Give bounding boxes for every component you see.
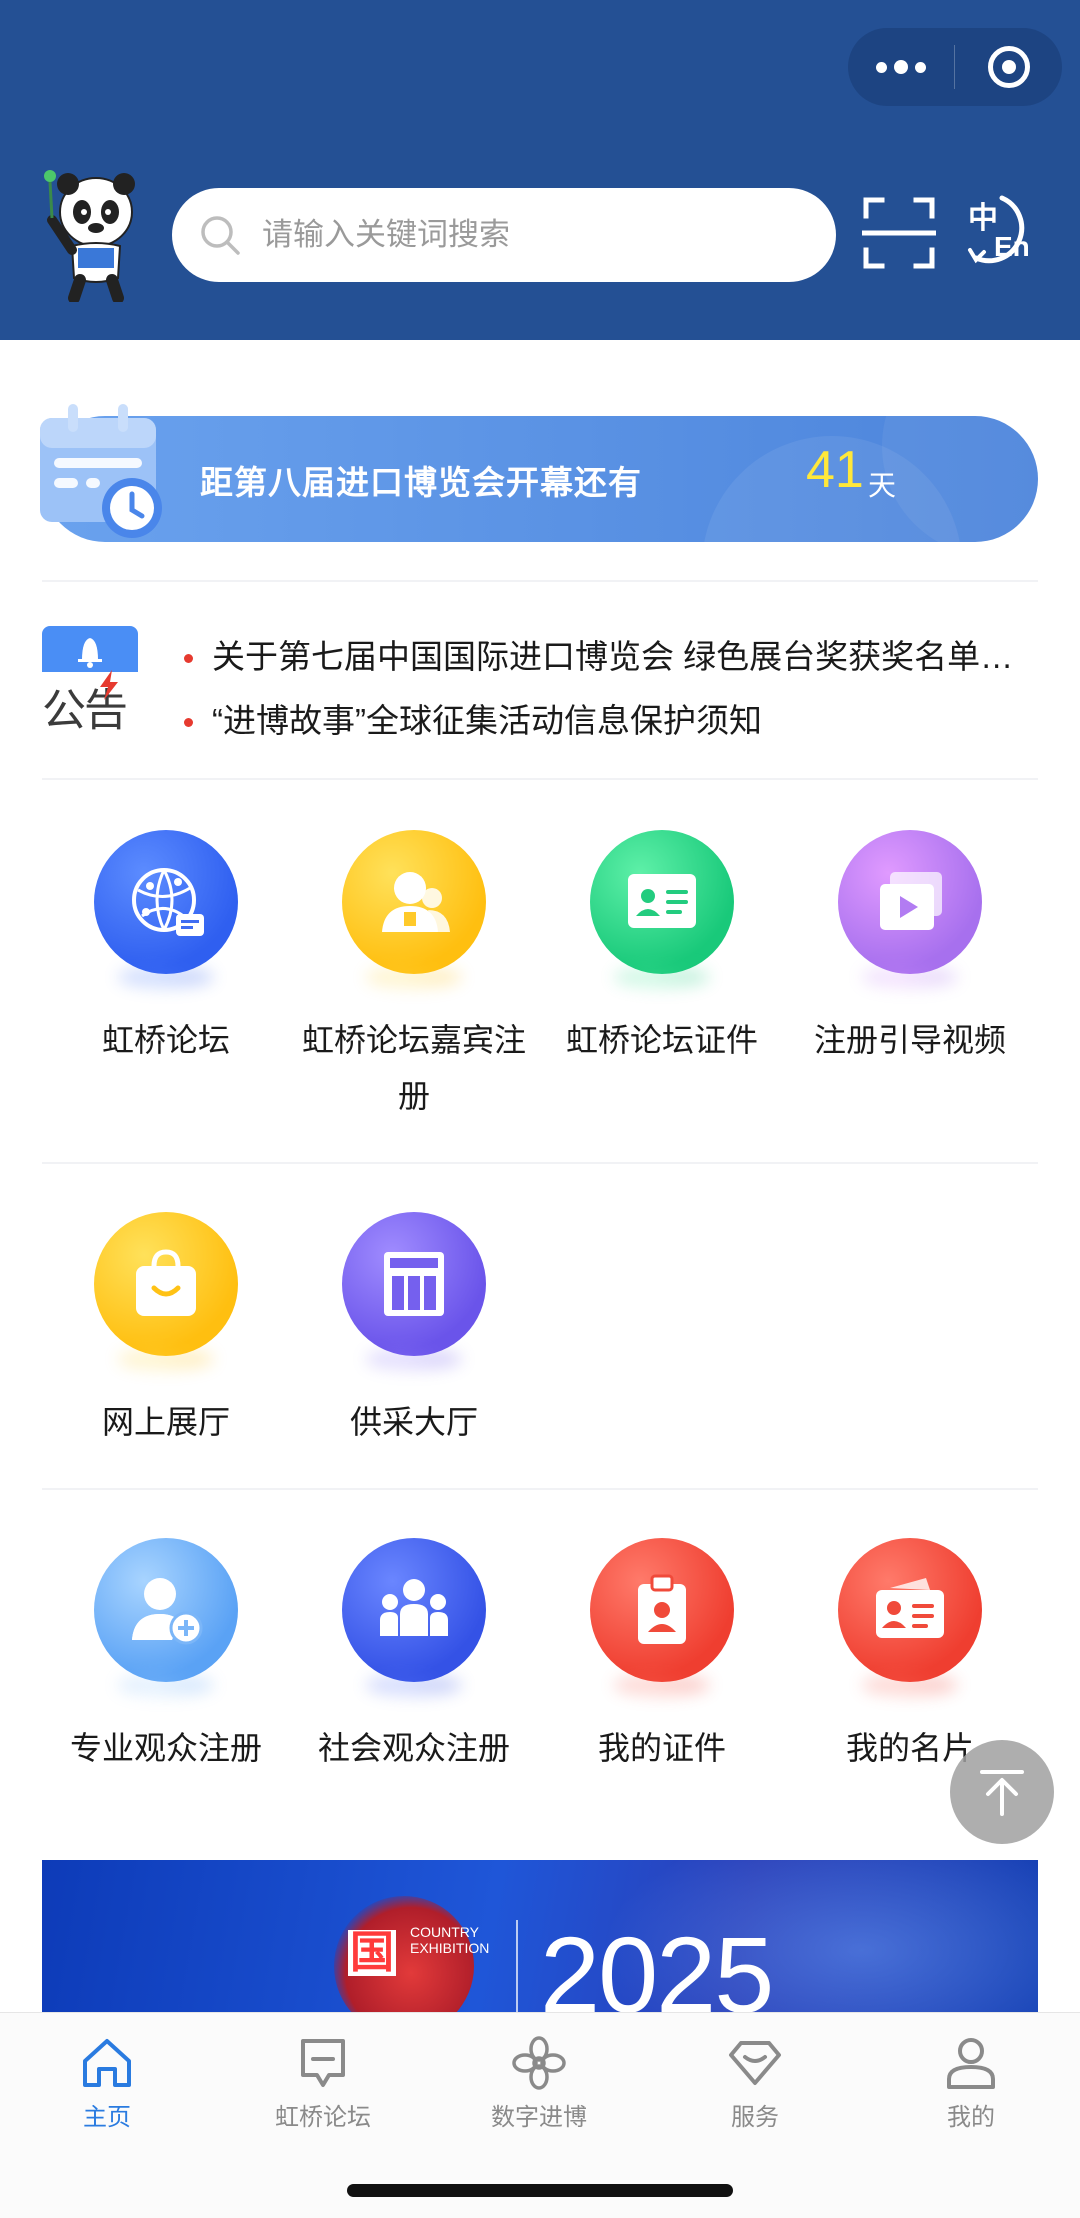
banner-year: 2025 bbox=[540, 1914, 774, 2012]
search-input[interactable] bbox=[262, 217, 782, 253]
back-to-top-button[interactable] bbox=[950, 1740, 1054, 1844]
scan-icon[interactable] bbox=[862, 196, 936, 270]
lang-en-label: En bbox=[994, 231, 1030, 262]
search-icon bbox=[201, 216, 240, 255]
tab-hongqiao-forum[interactable]: 虹桥论坛 bbox=[233, 2033, 413, 2132]
lightning-icon bbox=[100, 670, 118, 700]
add-user-icon bbox=[94, 1538, 238, 1682]
tab-label: 虹桥论坛 bbox=[275, 2104, 371, 2131]
gem-icon bbox=[729, 2041, 781, 2085]
search-bar[interactable] bbox=[172, 188, 836, 282]
expo-countdown-banner[interactable]: 距第八届进口博览会开幕还有 41 天 bbox=[42, 416, 1038, 542]
tab-home[interactable]: 主页 bbox=[17, 2033, 197, 2132]
tab-label: 我的 bbox=[947, 2104, 995, 2131]
grid-item-my-credentials[interactable]: 我的证件 bbox=[538, 1538, 786, 1776]
tab-label: 主页 bbox=[83, 2104, 131, 2131]
notice-item[interactable]: 关于第七届中国国际进口博览会 绿色展台奖获奖名单公示 bbox=[184, 632, 1034, 696]
grid-item-label: 供采大厅 bbox=[349, 1404, 478, 1440]
grid-item-online-hall[interactable]: 网上展厅 bbox=[42, 1212, 290, 1450]
grid-item-label: 注册引导视频 bbox=[813, 1022, 1006, 1058]
grid-item-label: 专业观众注册 bbox=[69, 1730, 262, 1766]
header-bar: 中 En bbox=[0, 0, 1080, 340]
grid-item-label: 我的证件 bbox=[597, 1730, 726, 1766]
bell-icon bbox=[42, 626, 138, 672]
globe-chat-icon bbox=[94, 830, 238, 974]
countdown-text: 距第八届进口博览会开幕还有 bbox=[200, 464, 642, 501]
panda-mascot-icon[interactable] bbox=[38, 162, 148, 302]
tab-digital-expo[interactable]: 数字进博 bbox=[449, 2033, 629, 2132]
countdown-days: 41 bbox=[806, 441, 864, 499]
notice-badge: 公告 bbox=[42, 626, 142, 736]
group-users-icon bbox=[342, 1538, 486, 1682]
home-indicator bbox=[347, 2184, 733, 2197]
countdown-unit: 天 bbox=[868, 470, 897, 501]
divider bbox=[42, 778, 1038, 780]
badge-icon bbox=[590, 1538, 734, 1682]
notice-list: 关于第七届中国国际进口博览会 绿色展台奖获奖名单公示 “进博故事”全球征集活动信… bbox=[184, 632, 1034, 760]
person-icon bbox=[947, 2038, 995, 2089]
grid-item-forum-credentials[interactable]: 虹桥论坛证件 bbox=[538, 830, 786, 1068]
divider bbox=[42, 580, 1038, 582]
notice-item[interactable]: “进博故事”全球征集活动信息保护须知 bbox=[184, 696, 1034, 760]
grid-item-procurement-hall[interactable]: 供采大厅 bbox=[290, 1212, 538, 1450]
tab-mine[interactable]: 我的 bbox=[881, 2033, 1061, 2132]
grid-item-pro-audience-registration[interactable]: 专业观众注册 bbox=[42, 1538, 290, 1776]
grid-item-registration-video[interactable]: 注册引导视频 bbox=[786, 830, 1034, 1068]
divider bbox=[42, 1488, 1038, 1490]
video-play-icon bbox=[838, 830, 982, 974]
tab-services[interactable]: 服务 bbox=[665, 2033, 845, 2132]
message-icon bbox=[301, 2039, 345, 2087]
tab-label: 服务 bbox=[731, 2104, 779, 2131]
divider bbox=[42, 1162, 1038, 1164]
id-card-icon bbox=[590, 830, 734, 974]
guest-person-icon bbox=[342, 830, 486, 974]
close-target-icon[interactable] bbox=[955, 46, 1062, 88]
grid-item-forum-guest-registration[interactable]: 虹桥论坛嘉宾注册 bbox=[290, 830, 538, 1124]
banner-guo-text: 国 bbox=[348, 1928, 396, 1977]
arrow-up-icon bbox=[980, 1770, 1024, 1816]
shopping-bag-icon bbox=[94, 1212, 238, 1356]
language-switch-icon[interactable]: 中 En bbox=[962, 190, 1040, 270]
calendar-clock-icon bbox=[40, 404, 162, 538]
business-card-icon bbox=[838, 1538, 982, 1682]
hall-building-icon bbox=[342, 1212, 486, 1356]
grid-item-label: 社会观众注册 bbox=[317, 1730, 510, 1766]
grid-item-public-audience-registration[interactable]: 社会观众注册 bbox=[290, 1538, 538, 1776]
mini-program-capsule bbox=[848, 28, 1062, 106]
grid-item-label: 虹桥论坛嘉宾注册 bbox=[301, 1022, 526, 1114]
app-page: 中 En 距第八届进口博览会开幕还有 41 天 公告 bbox=[0, 0, 1080, 2218]
expo-2025-banner[interactable]: 国 COUNTRY EXHIBITION 2025 bbox=[42, 1860, 1038, 2012]
banner-country-text: COUNTRY EXHIBITION bbox=[410, 1924, 490, 1956]
tab-label: 数字进博 bbox=[491, 2104, 587, 2131]
home-icon bbox=[83, 2039, 131, 2087]
grid-item-label: 虹桥论坛证件 bbox=[565, 1022, 758, 1058]
more-dots-icon[interactable] bbox=[848, 28, 954, 106]
grid-item-label: 虹桥论坛 bbox=[101, 1022, 230, 1058]
grid-item-label: 网上展厅 bbox=[101, 1404, 230, 1440]
grid-item-hongqiao-forum[interactable]: 虹桥论坛 bbox=[42, 830, 290, 1068]
flower-icon bbox=[512, 2036, 566, 2090]
